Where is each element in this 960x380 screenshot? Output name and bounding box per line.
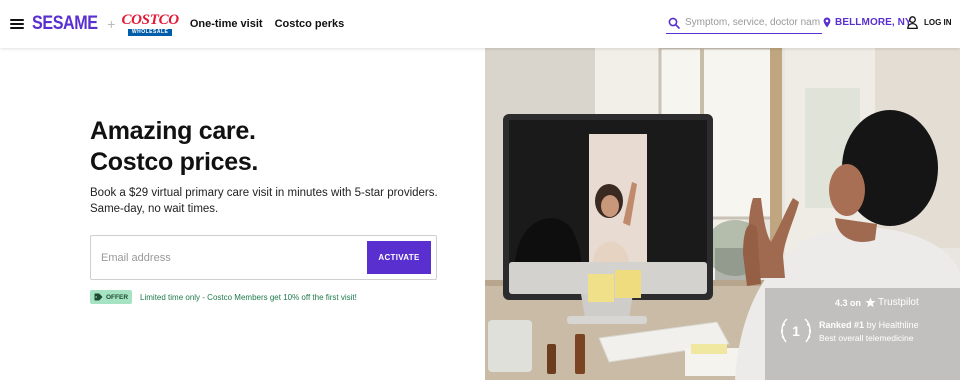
menu-icon[interactable]: [10, 19, 24, 29]
search-bar: [666, 12, 822, 34]
award-badge-number: 1: [792, 323, 800, 339]
hero-title: Amazing care. Costco prices.: [90, 116, 258, 178]
rating-source: Trustpilot: [878, 297, 919, 308]
pin-icon: [823, 17, 831, 28]
tag-icon: [94, 293, 103, 301]
login-button[interactable]: LOG IN: [907, 16, 952, 29]
award-rank-line: Ranked #1 by Healthline: [819, 320, 919, 330]
costco-logo-sub: WHOLESALE: [127, 28, 173, 36]
laurel-icon: 1: [780, 318, 812, 343]
hero-subtitle: Book a $29 virtual primary care visit in…: [90, 187, 438, 215]
award-text: Ranked #1 by Healthline Best overall tel…: [819, 320, 919, 343]
offer-badge-label: OFFER: [106, 293, 129, 301]
offer-badge: OFFER: [90, 290, 133, 304]
award-rank-prefix: Ranked: [819, 319, 852, 330]
nav-costco-perks[interactable]: Costco perks: [275, 18, 345, 30]
healthline-award: 1 Ranked #1 by Healthline Best overall t…: [778, 315, 919, 347]
offer-text: Limited time only - Costco Members get 1…: [140, 292, 357, 302]
rating-value: 4.3 on: [835, 297, 862, 308]
location-selector[interactable]: BELLMORE, NY: [823, 17, 912, 28]
sesame-logo[interactable]: SESAME: [32, 13, 98, 35]
award-rank: #1: [854, 319, 865, 330]
user-icon: [907, 16, 918, 29]
trustpilot-rating[interactable]: 4.3 on Trustpilot: [835, 297, 919, 308]
logo-plus: +: [107, 16, 116, 32]
offer-banner: OFFER Limited time only - Costco Members…: [90, 290, 357, 304]
award-subtitle: Best overall telemedicine: [819, 332, 914, 343]
location-label: BELLMORE, NY: [835, 17, 912, 28]
email-field[interactable]: [101, 251, 361, 264]
hero-title-line-1: Amazing care.: [90, 117, 256, 145]
costco-logo: COSTCO WHOLESALE: [121, 11, 179, 36]
search-icon[interactable]: [668, 17, 680, 29]
search-input[interactable]: [685, 17, 820, 28]
award-rank-suffix: by Healthline: [866, 319, 919, 330]
login-label: LOG IN: [924, 18, 952, 27]
nav-one-time-visit[interactable]: One-time visit: [190, 18, 263, 30]
email-signup-form: ACTIVATE: [90, 235, 437, 280]
hero-title-line-2: Costco prices.: [90, 148, 259, 176]
star-icon: [865, 297, 876, 308]
costco-logo-word: COSTCO: [121, 11, 179, 28]
activate-button[interactable]: ACTIVATE: [367, 241, 431, 274]
top-nav: SESAME + COSTCO WHOLESALE One-time visit…: [0, 0, 960, 48]
